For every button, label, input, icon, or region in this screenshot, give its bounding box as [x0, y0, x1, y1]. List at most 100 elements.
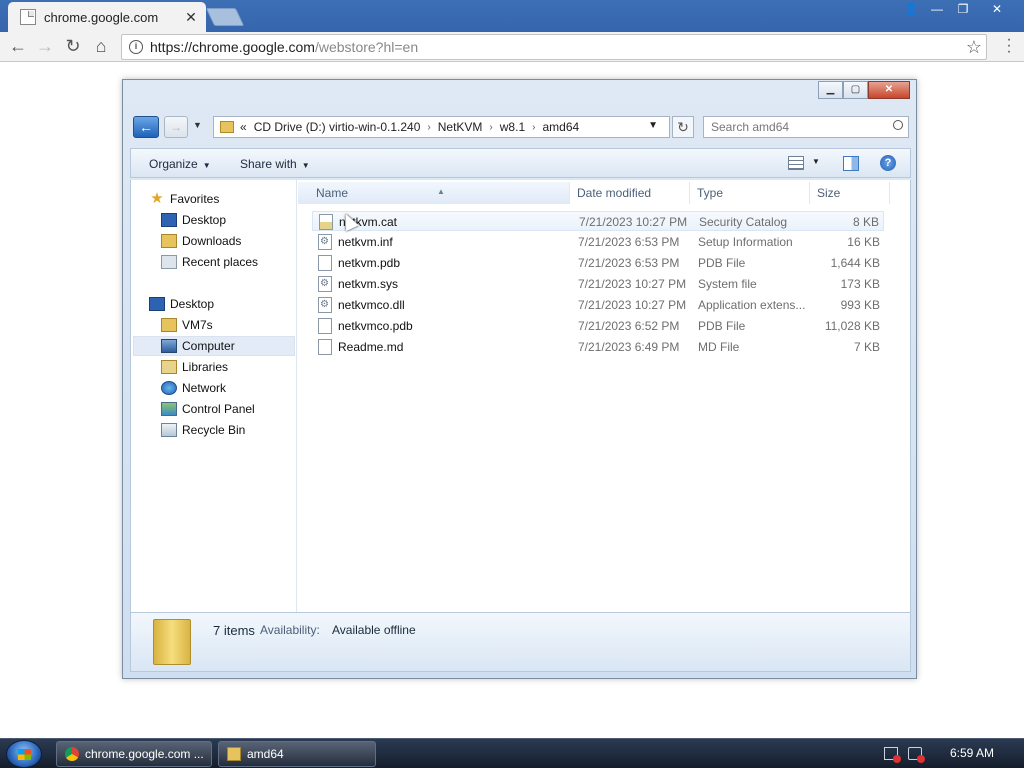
explorer-address-row: ← → ▼ « CD Drive (D:) virtio-win-0.1.240… [133, 115, 909, 139]
minimize-icon[interactable]: ▁ [818, 81, 843, 99]
column-header-size[interactable]: Size [810, 182, 890, 204]
close-icon[interactable]: ✕ [976, 0, 1018, 20]
volume-muted-icon[interactable] [908, 747, 925, 763]
address-bar[interactable]: i https://chrome.google.com /webstore?hl… [121, 34, 987, 60]
explorer-content: ★ Favorites Desktop Downloads Recent plac… [130, 180, 911, 612]
breadcrumb-overflow[interactable]: « [240, 120, 247, 134]
control-panel-icon [161, 402, 177, 416]
libraries-icon [161, 360, 177, 374]
page-icon [20, 9, 36, 25]
search-icon[interactable] [893, 120, 903, 130]
nav-item-libraries[interactable]: Libraries [161, 357, 228, 377]
nav-item-recycle-bin[interactable]: Recycle Bin [161, 420, 245, 440]
view-options-icon[interactable] [788, 156, 804, 170]
back-button[interactable]: ← [133, 116, 159, 138]
system-tray: 6:59 AM [884, 739, 1024, 768]
browser-toolbar: ← → ↻ ⌂ i https://chrome.google.com /web… [0, 32, 1024, 62]
file-list: ▲ Name Date modified Type Size netkvm.ca… [298, 180, 912, 612]
new-tab-button[interactable] [205, 8, 245, 26]
url-path: /webstore?hl=en [314, 39, 419, 55]
breadcrumb-item-w81[interactable]: w8.1 [500, 120, 525, 134]
star-icon: ★ [150, 190, 164, 207]
history-dropdown-icon[interactable]: ▼ [193, 120, 202, 130]
column-header-type[interactable]: Type [690, 182, 810, 204]
breadcrumb-item-drive[interactable]: CD Drive (D:) virtio-win-0.1.240 [254, 120, 421, 134]
breadcrumb-chevron-icon[interactable]: › [489, 122, 492, 133]
home-icon[interactable]: ⌂ [89, 35, 113, 59]
breadcrumb[interactable]: « CD Drive (D:) virtio-win-0.1.240 › Net… [213, 116, 670, 138]
nav-item-computer[interactable]: Computer [133, 336, 295, 356]
folder-icon [220, 121, 234, 133]
nav-item-favorites[interactable]: ★ Favorites [149, 189, 219, 209]
breadcrumb-chevron-icon[interactable]: › [427, 122, 430, 133]
browser-tab[interactable]: chrome.google.com ✕ [8, 2, 206, 32]
file-row[interactable]: netkvm.sys 7/21/2023 10:27 PM System fil… [312, 274, 884, 294]
breadcrumb-item-amd64[interactable]: amd64 [542, 120, 579, 134]
file-row[interactable]: netkvmco.dll 7/21/2023 10:27 PM Applicat… [312, 295, 884, 315]
file-icon [318, 255, 332, 271]
chrome-icon [65, 747, 79, 761]
file-row[interactable]: netkvm.inf 7/21/2023 6:53 PM Setup Infor… [312, 232, 884, 252]
url-host: https://chrome.google.com [150, 39, 315, 55]
file-row[interactable]: netkvm.cat 7/21/2023 10:27 PM Security C… [312, 211, 884, 231]
taskbar: chrome.google.com ... amd64 6:59 AM [0, 738, 1024, 768]
nav-item-desktop[interactable]: Desktop [149, 294, 214, 314]
clock[interactable]: 6:59 AM [950, 746, 994, 760]
reload-icon[interactable]: ↻ [61, 35, 85, 59]
breadcrumb-chevron-icon[interactable]: › [532, 122, 535, 133]
preview-pane-icon[interactable] [843, 156, 859, 171]
browser-menu-icon[interactable]: · · · [1004, 32, 1014, 60]
column-header-date[interactable]: Date modified [570, 182, 690, 204]
details-pane: 7 items Availability: Available offline [130, 612, 911, 672]
folder-icon [227, 747, 241, 761]
bookmark-star-icon[interactable]: ☆ [966, 37, 982, 58]
nav-item-downloads[interactable]: Downloads [161, 231, 241, 251]
command-bar: Organize ▼ Share with ▼ ▼ ? [130, 148, 911, 178]
share-with-button[interactable]: Share with ▼ [240, 157, 310, 171]
forward-icon[interactable]: → [33, 35, 57, 59]
nav-item-vm7s[interactable]: VM7s [161, 315, 213, 335]
back-icon[interactable]: ← [6, 35, 30, 59]
computer-icon [161, 339, 177, 353]
nav-item-recent-places[interactable]: Recent places [161, 252, 258, 272]
availability-value: Available offline [332, 623, 416, 637]
nav-item-control-panel[interactable]: Control Panel [161, 399, 255, 419]
search-input[interactable]: Search amd64 [703, 116, 909, 138]
nav-item-network[interactable]: Network [161, 378, 226, 398]
minimize-icon[interactable]: — [924, 0, 950, 20]
desktop-icon [149, 297, 165, 311]
file-row[interactable]: netkvmco.pdb 7/21/2023 6:52 PM PDB File … [312, 316, 884, 336]
breadcrumb-item-netkvm[interactable]: NetKVM [438, 120, 483, 134]
refresh-button[interactable]: ↻ [672, 116, 694, 138]
search-placeholder: Search amd64 [711, 120, 790, 134]
file-row[interactable]: netkvm.pdb 7/21/2023 6:53 PM PDB File 1,… [312, 253, 884, 273]
site-info-icon[interactable]: i [129, 40, 143, 54]
file-row[interactable]: Readme.md 7/21/2023 6:49 PM MD File 7 KB [312, 337, 884, 357]
start-button[interactable] [6, 740, 42, 768]
taskbar-explorer-button[interactable]: amd64 [218, 741, 376, 767]
chevron-down-icon[interactable]: ▼ [812, 157, 820, 166]
sort-ascending-icon: ▲ [437, 187, 445, 196]
maximize-icon[interactable]: ▢ [843, 81, 868, 99]
close-icon[interactable]: ✕ [868, 81, 910, 99]
navigation-pane: ★ Favorites Desktop Downloads Recent plac… [131, 180, 297, 612]
tab-close-icon[interactable]: ✕ [180, 9, 202, 26]
availability-label: Availability: [260, 623, 320, 637]
organize-button[interactable]: Organize ▼ [149, 157, 211, 171]
browser-titlebar: chrome.google.com ✕ 👤 — ❐ ✕ [0, 0, 1024, 32]
chevron-down-icon[interactable]: ▼ [648, 120, 658, 131]
taskbar-chrome-button[interactable]: chrome.google.com ... [56, 741, 212, 767]
restore-icon[interactable]: ❐ [950, 0, 976, 20]
tab-title: chrome.google.com [44, 9, 159, 25]
recycle-bin-icon [161, 423, 177, 437]
browser-window-controls: 👤 — ❐ ✕ [898, 0, 1018, 20]
forward-button[interactable]: → [164, 116, 188, 138]
column-header-name[interactable]: ▲ Name [298, 182, 570, 204]
help-icon[interactable]: ? [880, 155, 896, 171]
profile-icon[interactable]: 👤 [898, 0, 924, 20]
desktop-icon [161, 213, 177, 227]
recent-places-icon [161, 255, 177, 269]
nav-item-desktop-fav[interactable]: Desktop [161, 210, 226, 230]
network-status-icon[interactable] [884, 747, 901, 763]
file-icon [318, 318, 332, 334]
